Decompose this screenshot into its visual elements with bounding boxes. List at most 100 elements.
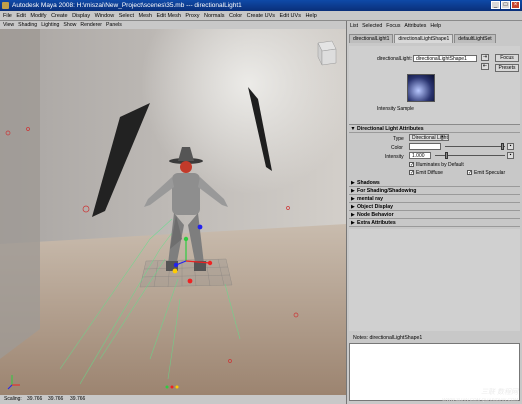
close-button[interactable]: × <box>511 1 520 9</box>
attribute-editor: List Selected Focus Attributes Help dire… <box>346 21 522 404</box>
color-slider-track[interactable] <box>445 146 505 147</box>
vp-menu-panels[interactable]: Panels <box>106 22 122 28</box>
section-extra-attributes[interactable]: ▶ Extra Attributes <box>349 219 520 227</box>
map-button-icon[interactable]: ▪ <box>507 143 514 150</box>
ae-menu-attributes[interactable]: Attributes <box>404 23 426 29</box>
expand-right-icon: ▶ <box>351 212 355 218</box>
section-title: Node Behavior <box>357 212 394 218</box>
view-cube-icon[interactable] <box>317 40 337 66</box>
section-title: Directional Light Attributes <box>357 126 424 132</box>
scaling-value-1: 39.766 <box>27 396 43 402</box>
section-shadows[interactable]: ▶ Shadows <box>349 179 520 187</box>
section-title: Object Display <box>357 204 394 210</box>
scaling-value-2: 39.766 <box>48 396 64 402</box>
vp-menu-renderer[interactable]: Renderer <box>80 22 102 28</box>
section-node-behavior[interactable]: ▶ Node Behavior <box>349 211 520 219</box>
menu-create[interactable]: Create <box>51 13 68 19</box>
ae-menu-bar: List Selected Focus Attributes Help <box>347 21 522 30</box>
section-for-shading[interactable]: ▶ For Shading/Shadowing <box>349 187 520 195</box>
select-input-icon[interactable]: ⇥ <box>481 54 489 61</box>
intensity-field[interactable]: 1.000 <box>409 152 431 159</box>
presets-button[interactable]: Presets <box>495 64 519 72</box>
title-bar: Autodesk Maya 2008: H:\miszai\New_Projec… <box>0 0 522 11</box>
menu-display[interactable]: Display <box>72 13 90 19</box>
map-button-icon[interactable]: ▪ <box>507 152 514 159</box>
tab-defaultlightset[interactable]: defaultLightSet <box>454 34 496 43</box>
notes-label: Notes: <box>353 335 368 341</box>
expand-right-icon: ▶ <box>351 220 355 226</box>
checkmark-icon: ✓ <box>467 170 473 177</box>
watermark-line-2: WWW.3LIAN.COM QUAXIDIAN.COM <box>442 397 518 402</box>
scaling-value-3: 39.766 <box>70 396 86 402</box>
select-output-icon[interactable]: ⇤ <box>481 63 489 70</box>
menu-normals[interactable]: Normals <box>204 13 224 19</box>
vp-menu-lighting[interactable]: Lighting <box>41 22 59 28</box>
ae-empty-area <box>349 229 520 331</box>
menu-file[interactable]: File <box>3 13 12 19</box>
ae-menu-selected[interactable]: Selected <box>362 23 382 29</box>
viewport-status-bar: Scaling: 39.766 39.766 39.766 <box>0 395 346 404</box>
focus-button[interactable]: Focus <box>495 54 519 62</box>
color-slider-handle[interactable] <box>501 143 504 150</box>
ae-tab-bar: directionalLight1 directionalLightShape1… <box>349 34 497 43</box>
intensity-sample-swatch[interactable] <box>407 74 435 102</box>
color-swatch[interactable] <box>409 143 441 150</box>
origin-marker-icon <box>165 385 179 389</box>
intensity-slider-handle[interactable] <box>445 152 448 159</box>
vp-menu-shading[interactable]: Shading <box>18 22 37 28</box>
node-name-label: directionalLight: <box>377 56 413 62</box>
vp-menu-show[interactable]: Show <box>63 22 76 28</box>
menu-edit-mesh[interactable]: Edit Mesh <box>156 13 180 19</box>
menu-color[interactable]: Color <box>229 13 242 19</box>
emit-specular-checkbox[interactable]: ✓ Emit Specular <box>467 170 505 176</box>
section-mental-ray[interactable]: ▶ mental ray <box>349 195 520 203</box>
type-label: Type <box>393 136 404 142</box>
window-title: Autodesk Maya 2008: H:\miszai\New_Projec… <box>12 2 242 9</box>
section-title: For Shading/Shadowing <box>357 188 417 194</box>
illuminates-by-default-checkbox[interactable]: ✓ Illuminates by Default <box>409 162 464 168</box>
checkmark-icon: ✓ <box>409 170 415 177</box>
section-object-display[interactable]: ▶ Object Display <box>349 203 520 211</box>
color-label: Color <box>391 145 403 151</box>
tab-directionallight1[interactable]: directionalLight1 <box>349 34 394 43</box>
menu-edit[interactable]: Edit <box>16 13 25 19</box>
intensity-label: Intensity <box>385 154 404 160</box>
viewport-scene <box>0 29 346 395</box>
section-directional-light-attributes[interactable]: ▼Directional Light Attributes <box>349 125 520 133</box>
menu-select[interactable]: Select <box>119 13 134 19</box>
perspective-viewport[interactable]: View Shading Lighting Show Renderer Pane… <box>0 21 346 395</box>
menu-modify[interactable]: Modify <box>30 13 46 19</box>
section-title: Extra Attributes <box>357 220 396 226</box>
main-menu-bar: File Edit Modify Create Display Window S… <box>0 11 522 21</box>
menu-create-uvs[interactable]: Create UVs <box>247 13 275 19</box>
viewport-menu-bar: View Shading Lighting Show Renderer Pane… <box>0 21 346 29</box>
section-title: Shadows <box>357 180 380 186</box>
ae-menu-list[interactable]: List <box>350 23 358 29</box>
checkbox-label: Emit Specular <box>474 170 506 176</box>
window-controls: _ □ × <box>491 1 520 9</box>
minimize-button[interactable]: _ <box>491 1 500 9</box>
menu-edit-uvs[interactable]: Edit UVs <box>280 13 301 19</box>
checkbox-label: Emit Diffuse <box>416 170 443 176</box>
node-name-field[interactable]: directionalLightShape1 <box>413 55 477 62</box>
tab-directionallightshape1[interactable]: directionalLightShape1 <box>394 34 454 43</box>
checkmark-icon: ✓ <box>409 162 415 169</box>
menu-help[interactable]: Help <box>305 13 316 19</box>
maximize-button[interactable]: □ <box>501 1 510 9</box>
ae-menu-help[interactable]: Help <box>430 23 441 29</box>
expand-right-icon: ▶ <box>351 204 355 210</box>
expand-down-icon: ▼ <box>350 126 356 132</box>
menu-window[interactable]: Window <box>95 13 115 19</box>
emit-diffuse-checkbox[interactable]: ✓ Emit Diffuse <box>409 170 443 176</box>
window-light <box>130 29 346 249</box>
left-pillar <box>0 29 40 359</box>
chevron-down-icon: ▾ <box>441 134 444 140</box>
checkbox-label: Illuminates by Default <box>416 162 464 168</box>
vp-menu-view[interactable]: View <box>3 22 14 28</box>
ae-menu-focus[interactable]: Focus <box>386 23 400 29</box>
menu-mesh[interactable]: Mesh <box>138 13 151 19</box>
menu-proxy[interactable]: Proxy <box>185 13 199 19</box>
intensity-sample-label: Intensity Sample <box>377 106 414 112</box>
maya-app-icon <box>2 2 9 9</box>
section-title: mental ray <box>357 196 383 202</box>
